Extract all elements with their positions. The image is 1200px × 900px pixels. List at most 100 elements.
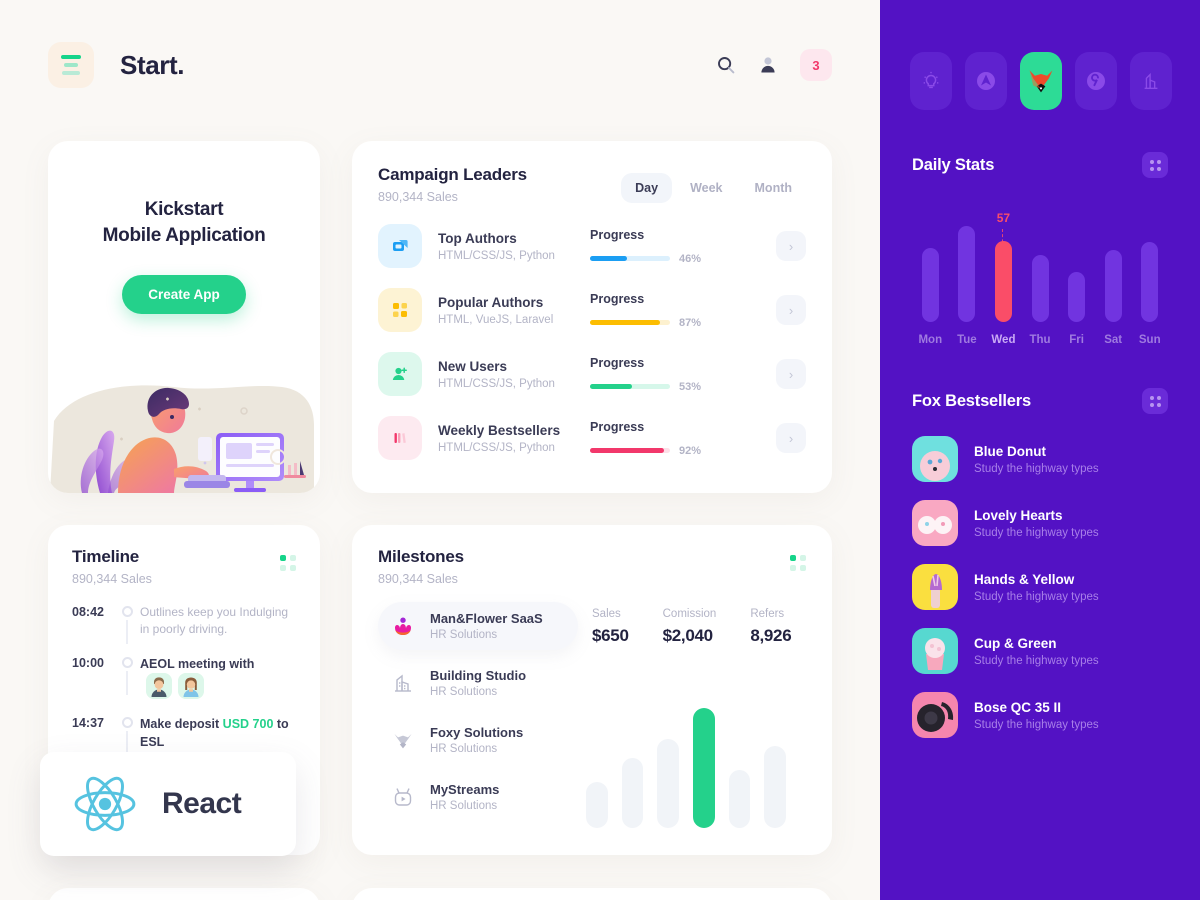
list-item[interactable]: Blue Donut Study the highway types (912, 436, 1168, 482)
dots-grid-icon[interactable] (1142, 152, 1168, 178)
campaign-row[interactable]: Weekly Bestsellers HTML/CSS/JS, Python P… (378, 416, 806, 460)
stat-value: 8,926 (750, 626, 792, 645)
grid-dots-icon[interactable] (280, 555, 296, 571)
product-sub: Study the highway types (974, 462, 1099, 475)
list-item[interactable]: MyStreams HR Solutions (378, 773, 578, 821)
search-icon[interactable] (716, 55, 736, 75)
campaign-row[interactable]: Top Authors HTML/CSS/JS, Python Progress… (378, 224, 806, 268)
milestones-body: Man&Flower SaaS HR Solutions Building St… (378, 602, 806, 830)
list-item[interactable]: Building Studio HR Solutions (378, 659, 578, 707)
next-card-left (48, 888, 320, 900)
grid-squares-icon (378, 288, 422, 332)
fox-logo-icon[interactable] (1020, 52, 1062, 110)
grid-dots-icon[interactable] (790, 555, 806, 571)
campaign-row[interactable]: New Users HTML/CSS/JS, Python Progress 5… (378, 352, 806, 396)
list-item[interactable]: Foxy Solutions HR Solutions (378, 716, 578, 764)
campaign-row[interactable]: Popular Authors HTML, VueJS, Laravel Pro… (378, 288, 806, 332)
milestones-card: Milestones 890,344 Sales Man&Flower SaaS… (352, 525, 832, 855)
list-item[interactable]: 08:42 Outlines keep you Indulging in poo… (72, 604, 296, 655)
tab-day[interactable]: Day (621, 173, 673, 203)
avatar[interactable] (146, 672, 172, 699)
company-sub: HR Solutions (430, 629, 498, 641)
daily-stats-bar-chart: Mon Tue Wed Thu Fri Sat Sun 57 (912, 211, 1168, 346)
bar (693, 708, 715, 828)
lightbulb-icon[interactable] (910, 52, 952, 110)
product-name: Cup & Green (974, 635, 1057, 651)
stat-sales: Sales $650 (592, 608, 629, 646)
timeline-dot (121, 606, 133, 617)
product-text: Hands & Yellow Study the highway types (974, 572, 1099, 603)
product-thumbnail (912, 628, 958, 674)
kickstart-title: Kickstart Mobile Application (48, 197, 320, 249)
timeline-time: 10:00 (72, 655, 104, 670)
add-user-icon (378, 352, 422, 396)
right-sidebar: Daily Stats Mon Tue Wed Thu Fri Sat Sun 57 Fox … (880, 0, 1200, 900)
progress-label: Progress (590, 291, 645, 306)
timeline-text: AEOL meeting with (140, 656, 255, 671)
notification-badge[interactable]: 3 (800, 49, 832, 81)
company-text: Building Studio HR Solutions (430, 668, 526, 698)
list-item[interactable]: Hands & Yellow Study the highway types (912, 564, 1168, 610)
campaign-row-tags: HTML/CSS/JS, Python (438, 249, 555, 262)
bar (1104, 250, 1122, 322)
building-icon (390, 670, 416, 696)
timeline-header: Timeline 890,344 Sales (72, 547, 296, 586)
campaign-row-tags: HTML, VueJS, Laravel (438, 313, 554, 326)
timeline-time: 08:42 (72, 605, 104, 619)
campaign-row-progress: Progress 87% (590, 292, 740, 329)
company-name: Building Studio (430, 668, 527, 683)
milestones-company-list: Man&Flower SaaS HR Solutions Building St… (378, 602, 578, 830)
bar-label: Tue (957, 334, 977, 346)
bar-label: Sat (1104, 334, 1123, 346)
progress-track (590, 448, 670, 453)
campaign-row-tags: HTML/CSS/JS, Python (438, 441, 555, 454)
stat-label: Comission (662, 608, 717, 620)
company-text: MyStreams HR Solutions (430, 782, 499, 812)
create-app-button[interactable]: Create App (122, 275, 246, 315)
product-text: Lovely Hearts Study the highway types (974, 508, 1099, 539)
react-badge-card[interactable]: React (40, 752, 296, 856)
bar-label: Fri (1069, 334, 1084, 346)
chevron-right-icon[interactable]: › (776, 359, 806, 389)
user-icon[interactable] (758, 55, 778, 75)
company-name: MyStreams (430, 782, 500, 797)
list-item[interactable]: 10:00 AEOL meeting with (72, 655, 296, 715)
avatar[interactable] (178, 672, 204, 699)
hamburger-icon[interactable] (48, 42, 94, 88)
tab-week[interactable]: Week (676, 173, 736, 203)
timeline-text-row: AEOL meeting with (140, 655, 296, 715)
campaign-row-text: Popular Authors HTML, VueJS, Laravel (438, 295, 590, 326)
timeline-dot (121, 656, 133, 668)
nine-badge-icon[interactable] (1075, 52, 1117, 110)
list-item[interactable]: Cup & Green Study the highway types (912, 628, 1168, 674)
milestones-header: Milestones 890,344 Sales (378, 547, 806, 586)
list-item[interactable]: Man&Flower SaaS HR Solutions (378, 602, 578, 650)
progress-label: Progress (590, 227, 645, 242)
timeline-avatars (146, 672, 204, 699)
timeline-subtitle: 890,344 Sales (72, 572, 152, 586)
company-name: Man&Flower SaaS (430, 611, 543, 626)
daily-stats-header: Daily Stats (912, 152, 1168, 178)
list-item[interactable]: Bose QC 35 II Study the highway types (912, 692, 1168, 738)
product-name: Hands & Yellow (974, 571, 1075, 587)
building-icon[interactable] (1130, 52, 1172, 110)
tab-month[interactable]: Month (741, 173, 806, 203)
progress-fill (590, 448, 664, 453)
campaign-title: Campaign Leaders (378, 165, 527, 184)
campaign-row-text: Weekly Bestsellers HTML/CSS/JS, Python (438, 423, 590, 454)
list-item[interactable]: Lovely Hearts Study the highway types (912, 500, 1168, 546)
product-text: Blue Donut Study the highway types (974, 444, 1099, 475)
campaign-row-text: Top Authors HTML/CSS/JS, Python (438, 231, 590, 262)
developer-illustration (50, 385, 314, 493)
campaign-range-tabs: Day Week Month (621, 173, 806, 203)
progress-percent: 87% (679, 316, 702, 329)
chevron-right-icon[interactable]: › (776, 295, 806, 325)
chevron-right-icon[interactable]: › (776, 423, 806, 453)
dots-grid-icon[interactable] (1142, 388, 1168, 414)
bar (586, 782, 608, 828)
bar-column: Sat (1095, 250, 1132, 346)
campaign-subtitle: 890,344 Sales (378, 190, 458, 204)
chevron-right-icon[interactable]: › (776, 231, 806, 261)
arrow-badge-icon[interactable] (965, 52, 1007, 110)
campaign-row-tags: HTML/CSS/JS, Python (438, 377, 555, 390)
